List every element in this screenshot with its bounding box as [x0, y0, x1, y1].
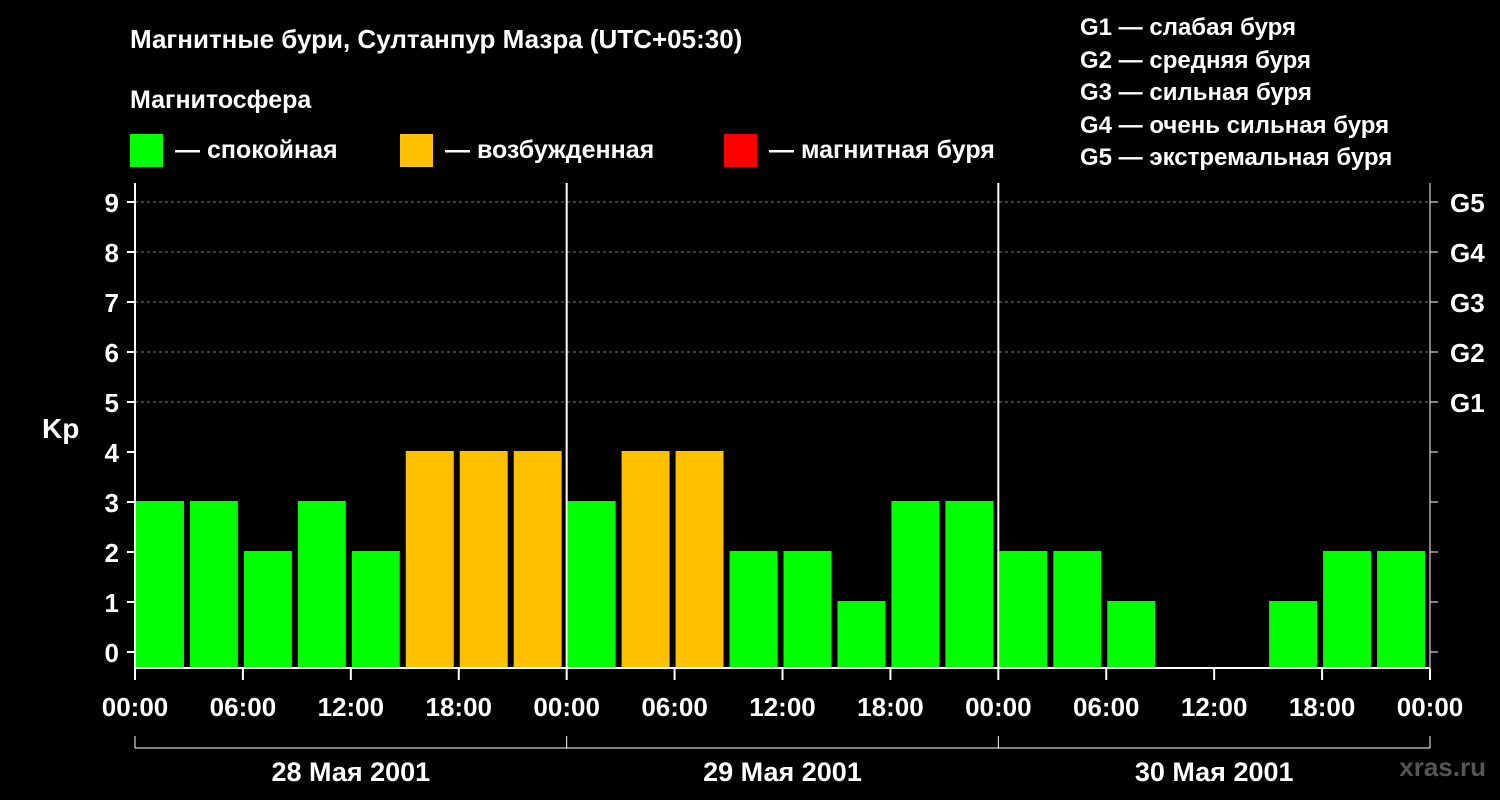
- x-tick-label: 18:00: [1289, 692, 1356, 722]
- kp-bar: [351, 551, 400, 668]
- x-tick-label: 00:00: [102, 692, 169, 722]
- x-tick-label: 12:00: [318, 692, 385, 722]
- watermark: xras.ru: [1399, 752, 1486, 782]
- kp-bar: [297, 501, 346, 668]
- x-tick-label: 00:00: [533, 692, 600, 722]
- kp-bar: [1053, 551, 1102, 668]
- x-tick-label: 06:00: [210, 692, 277, 722]
- kp-bar: [189, 501, 238, 668]
- kp-bar: [1323, 551, 1372, 668]
- y-tick-label: 0: [105, 638, 119, 668]
- g-level-label: G2: [1450, 338, 1485, 368]
- kp-bar: [459, 451, 508, 668]
- x-tick-label: 00:00: [1397, 692, 1464, 722]
- y-tick-label: 3: [105, 488, 119, 518]
- day-label: 28 Мая 2001: [271, 757, 430, 787]
- g-level-label: G1: [1450, 388, 1485, 418]
- kp-bar: [1377, 551, 1425, 668]
- y-tick-label: 1: [105, 588, 119, 618]
- y-tick-label: 5: [105, 388, 119, 418]
- kp-bar: [675, 451, 724, 668]
- kp-bar: [837, 601, 886, 668]
- kp-bar: [783, 551, 832, 668]
- g-level-label: G5: [1450, 188, 1485, 218]
- x-tick-label: 00:00: [965, 692, 1032, 722]
- y-tick-label: 2: [105, 538, 119, 568]
- kp-bar: [243, 551, 292, 668]
- x-tick-label: 06:00: [641, 692, 708, 722]
- x-tick-label: 12:00: [749, 692, 816, 722]
- kp-bar: [621, 451, 670, 668]
- g-level-label: G4: [1450, 238, 1485, 268]
- y-tick-label: 4: [105, 438, 120, 468]
- kp-bar: [945, 501, 994, 668]
- kp-bar: [1269, 601, 1318, 668]
- kp-bar: [729, 551, 778, 668]
- kp-bar: [891, 501, 940, 668]
- day-label: 29 Мая 2001: [703, 757, 862, 787]
- kp-bar: [513, 451, 562, 668]
- kp-bar: [405, 451, 454, 668]
- kp-bar: [1107, 601, 1156, 668]
- y-tick-label: 7: [105, 288, 119, 318]
- kp-bar-chart: 0 1 2 3 4 5 6 7 8 9 G1 G2 G3 G4 G5 00:00 06:00 12:00 18:00…: [102, 183, 1485, 787]
- x-tick-label: 06:00: [1073, 692, 1140, 722]
- y-tick-label: 8: [105, 238, 119, 268]
- kp-bar: [567, 501, 616, 668]
- kp-bar: [999, 551, 1048, 668]
- g-level-label: G3: [1450, 288, 1485, 318]
- x-tick-label: 18:00: [426, 692, 493, 722]
- day-label: 30 Мая 2001: [1135, 757, 1294, 787]
- y-tick-label: 6: [105, 338, 119, 368]
- kp-bar: [136, 501, 184, 668]
- x-tick-label: 12:00: [1181, 692, 1248, 722]
- x-tick-label: 18:00: [857, 692, 924, 722]
- y-tick-label: 9: [105, 188, 119, 218]
